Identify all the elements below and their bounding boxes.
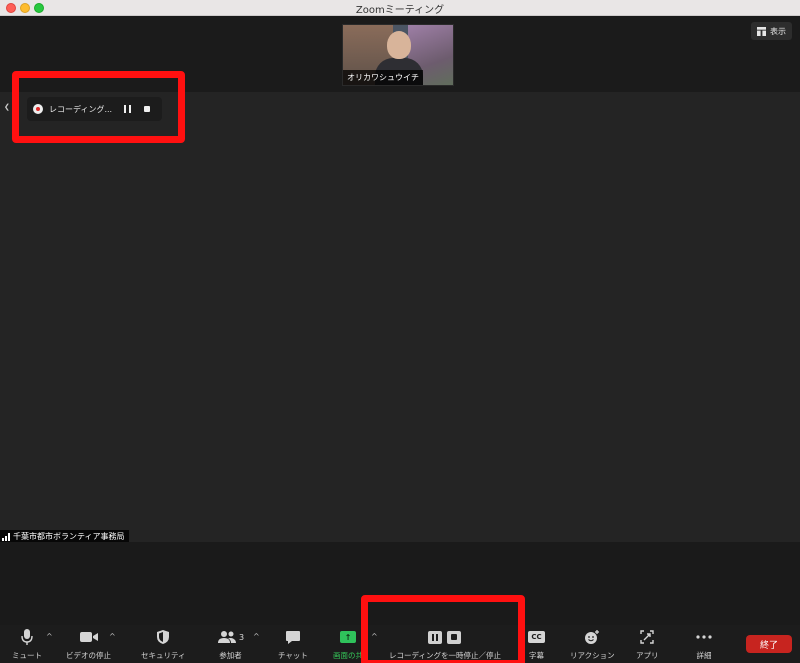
- security-button[interactable]: セキュリティ: [141, 628, 186, 661]
- share-screen-icon: ↑: [340, 628, 356, 646]
- participants-options-chevron-icon[interactable]: ^: [253, 632, 260, 641]
- reactions-button[interactable]: リアクション: [570, 628, 615, 661]
- security-label: セキュリティ: [141, 651, 186, 660]
- zoom-window: Zoomミーティング オリカワシュウイチ 表示 ❮ レコーディング... 千葉市…: [0, 0, 800, 663]
- active-speaker-name: 千葉市都市ボランティア事務局: [13, 532, 125, 541]
- view-button-label: 表示: [770, 26, 786, 36]
- share-screen-button[interactable]: ↑ 画面の共: [333, 628, 363, 661]
- participant-thumbnail[interactable]: オリカワシュウイチ: [342, 24, 454, 86]
- apps-label: アプリ: [636, 651, 659, 660]
- smiley-add-icon: [584, 628, 600, 646]
- closed-caption-icon: CC: [528, 628, 545, 646]
- side-panel-handle-icon[interactable]: ❮: [4, 103, 12, 111]
- captions-label: 字幕: [529, 651, 544, 660]
- more-button[interactable]: 詳細: [695, 628, 713, 661]
- mute-label: ミュート: [12, 651, 42, 660]
- shield-icon: [156, 628, 170, 646]
- apps-button[interactable]: アプリ: [636, 628, 659, 661]
- mute-button[interactable]: ミュート: [12, 628, 42, 661]
- chat-bubble-icon: [285, 628, 301, 646]
- participants-label: 参加者: [219, 651, 242, 660]
- main-video-stage: [0, 92, 800, 542]
- video-options-chevron-icon[interactable]: ^: [109, 632, 116, 641]
- mute-options-chevron-icon[interactable]: ^: [46, 632, 53, 641]
- annotation-highlight-recording-indicator: [12, 71, 185, 143]
- share-screen-label: 画面の共: [333, 651, 363, 660]
- stop-video-button[interactable]: ビデオの停止: [66, 628, 111, 661]
- more-label: 詳細: [696, 651, 712, 660]
- chat-label: チャット: [278, 651, 308, 660]
- title-bar: Zoomミーティング: [0, 0, 800, 16]
- more-dots-icon: [695, 628, 713, 646]
- end-meeting-button[interactable]: 終了: [746, 635, 792, 653]
- participant-head: [387, 31, 411, 59]
- apps-icon: [639, 628, 655, 646]
- video-camera-icon: [79, 628, 99, 646]
- stop-video-label: ビデオの停止: [66, 651, 111, 660]
- participants-button[interactable]: 3 参加者: [217, 628, 244, 661]
- participant-name-label: オリカワシュウイチ: [343, 70, 423, 85]
- captions-button[interactable]: CC 字幕: [528, 628, 545, 661]
- grid-view-icon: [757, 26, 766, 36]
- participants-icon: 3: [217, 628, 244, 646]
- microphone-icon: [20, 628, 34, 646]
- participants-count: 3: [239, 632, 245, 642]
- chat-button[interactable]: チャット: [278, 628, 308, 661]
- reactions-label: リアクション: [570, 651, 615, 660]
- view-button[interactable]: 表示: [751, 22, 792, 40]
- window-title: Zoomミーティング: [355, 5, 445, 16]
- annotation-highlight-recording-controls: [361, 595, 525, 663]
- signal-strength-icon: [2, 532, 10, 541]
